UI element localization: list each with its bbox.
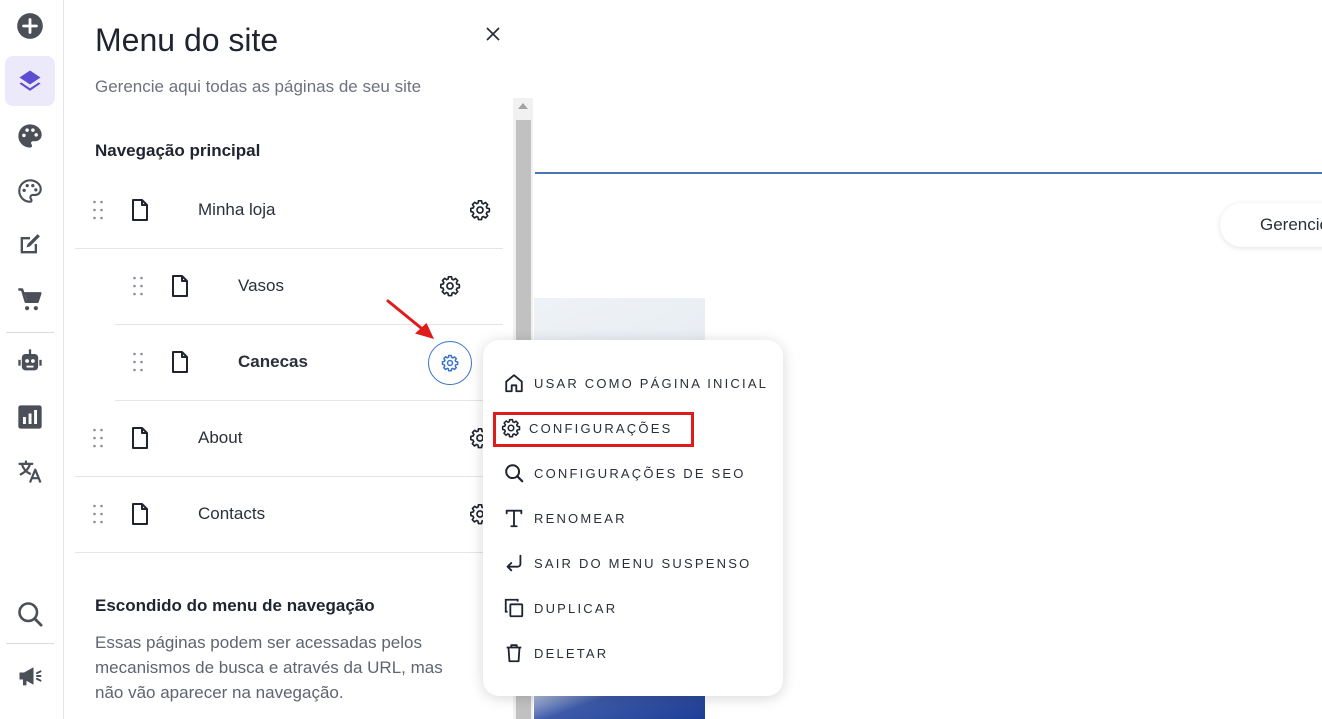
edit-button[interactable]: [5, 219, 55, 269]
return-arrow-icon: [506, 554, 522, 572]
gear-icon: [501, 418, 521, 438]
page-icon: [172, 351, 188, 373]
nav-item-contacts[interactable]: Contacts: [75, 477, 503, 553]
menu-item-set-homepage[interactable]: USAR COMO PÁGINA INICIAL: [503, 368, 768, 398]
edit-icon: [20, 234, 40, 254]
add-button[interactable]: [5, 1, 55, 51]
chart-icon: [18, 405, 42, 429]
drag-handle-icon[interactable]: [131, 351, 145, 373]
nav-item-label: Canecas: [238, 352, 308, 371]
home-icon: [505, 374, 523, 393]
page-icon: [172, 275, 188, 297]
close-button[interactable]: [479, 20, 507, 48]
store-button[interactable]: [5, 275, 55, 325]
gear-icon: [441, 354, 459, 372]
page-icon: [132, 503, 148, 525]
annotation-arrow-icon: [386, 299, 434, 339]
gear-icon[interactable]: [469, 199, 491, 221]
colors-button[interactable]: [5, 166, 55, 216]
manage-button[interactable]: Gerencie: [1220, 203, 1322, 247]
drag-handle-icon[interactable]: [91, 199, 105, 221]
duplicate-icon: [504, 598, 524, 618]
nav-item-label: Minha loja: [198, 200, 276, 219]
search-button[interactable]: [5, 589, 55, 639]
drag-handle-icon[interactable]: [91, 427, 105, 449]
drag-handle-icon[interactable]: [91, 503, 105, 525]
menu-item-duplicate[interactable]: DUPLICAR: [503, 593, 617, 623]
text-icon: [505, 509, 523, 528]
menu-item-label: CONFIGURAÇÕES: [529, 420, 673, 436]
close-icon: [486, 27, 500, 41]
marketing-button[interactable]: [5, 651, 55, 701]
nav-item-label: About: [198, 428, 243, 447]
menu-item-seo-settings[interactable]: CONFIGURAÇÕES DE SEO: [503, 458, 746, 488]
nav-item-minha-loja[interactable]: Minha loja: [75, 173, 503, 249]
megaphone-icon: [19, 667, 42, 686]
page-settings-button[interactable]: [428, 341, 472, 385]
palette-outline-icon: [18, 179, 42, 203]
ai-assistant-button[interactable]: [5, 336, 55, 386]
menu-item-label: DUPLICAR: [534, 600, 618, 616]
palette-icon: [18, 124, 42, 148]
nav-item-label: Contacts: [198, 504, 266, 523]
scroll-up-arrow[interactable]: [518, 103, 528, 109]
menu-item-label: USAR COMO PÁGINA INICIAL: [534, 375, 769, 391]
analytics-button[interactable]: [5, 392, 55, 442]
search-icon: [18, 602, 43, 627]
nav-item-label: Vasos: [238, 276, 284, 295]
main-nav-title: Navegação principal: [95, 141, 261, 160]
layers-icon: [19, 70, 41, 91]
nav-item-vasos[interactable]: Vasos: [115, 249, 503, 325]
panel-subtitle: Gerencie aqui todas as páginas de seu si…: [95, 77, 422, 96]
menu-item-delete[interactable]: DELETAR: [503, 638, 608, 668]
hidden-nav-title: Escondido do menu de navegação: [95, 596, 375, 615]
page-icon: [132, 427, 148, 449]
menu-item-label: SAIR DO MENU SUSPENSO: [534, 555, 752, 571]
page-title: Menu do site: [95, 22, 279, 58]
menu-item-exit-dropdown[interactable]: SAIR DO MENU SUSPENSO: [503, 548, 751, 578]
page-icon: [132, 199, 148, 221]
divider: [6, 332, 54, 333]
gear-icon[interactable]: [439, 275, 461, 297]
search-icon: [505, 464, 524, 483]
pages-button[interactable]: [5, 56, 55, 106]
page-options-menu: USAR COMO PÁGINA INICIAL CONFIGURAÇÕES C…: [483, 340, 783, 696]
menu-item-label: CONFIGURAÇÕES DE SEO: [534, 465, 746, 481]
site-menu-panel: Menu do site Gerencie aqui todas as pági…: [65, 0, 535, 719]
trash-icon: [506, 644, 522, 663]
header-divider: [535, 172, 1322, 174]
left-sidebar: [0, 0, 64, 719]
menu-item-label: DELETAR: [534, 645, 609, 661]
menu-item-settings[interactable]: CONFIGURAÇÕES: [501, 413, 672, 443]
robot-icon: [18, 349, 42, 371]
nav-item-about[interactable]: About: [75, 401, 503, 477]
divider: [6, 643, 54, 644]
translate-button[interactable]: [5, 447, 55, 497]
menu-item-rename[interactable]: RENOMEAR: [503, 503, 627, 533]
translate-icon: [18, 460, 42, 483]
plus-circle-icon: [17, 13, 43, 39]
menu-item-label: RENOMEAR: [534, 510, 627, 526]
nav-item-canecas[interactable]: Canecas: [115, 325, 503, 401]
hidden-nav-description: Essas páginas podem ser acessadas pelos …: [95, 633, 443, 702]
cart-icon: [18, 288, 42, 311]
theme-button[interactable]: [5, 111, 55, 161]
drag-handle-icon[interactable]: [131, 275, 145, 297]
